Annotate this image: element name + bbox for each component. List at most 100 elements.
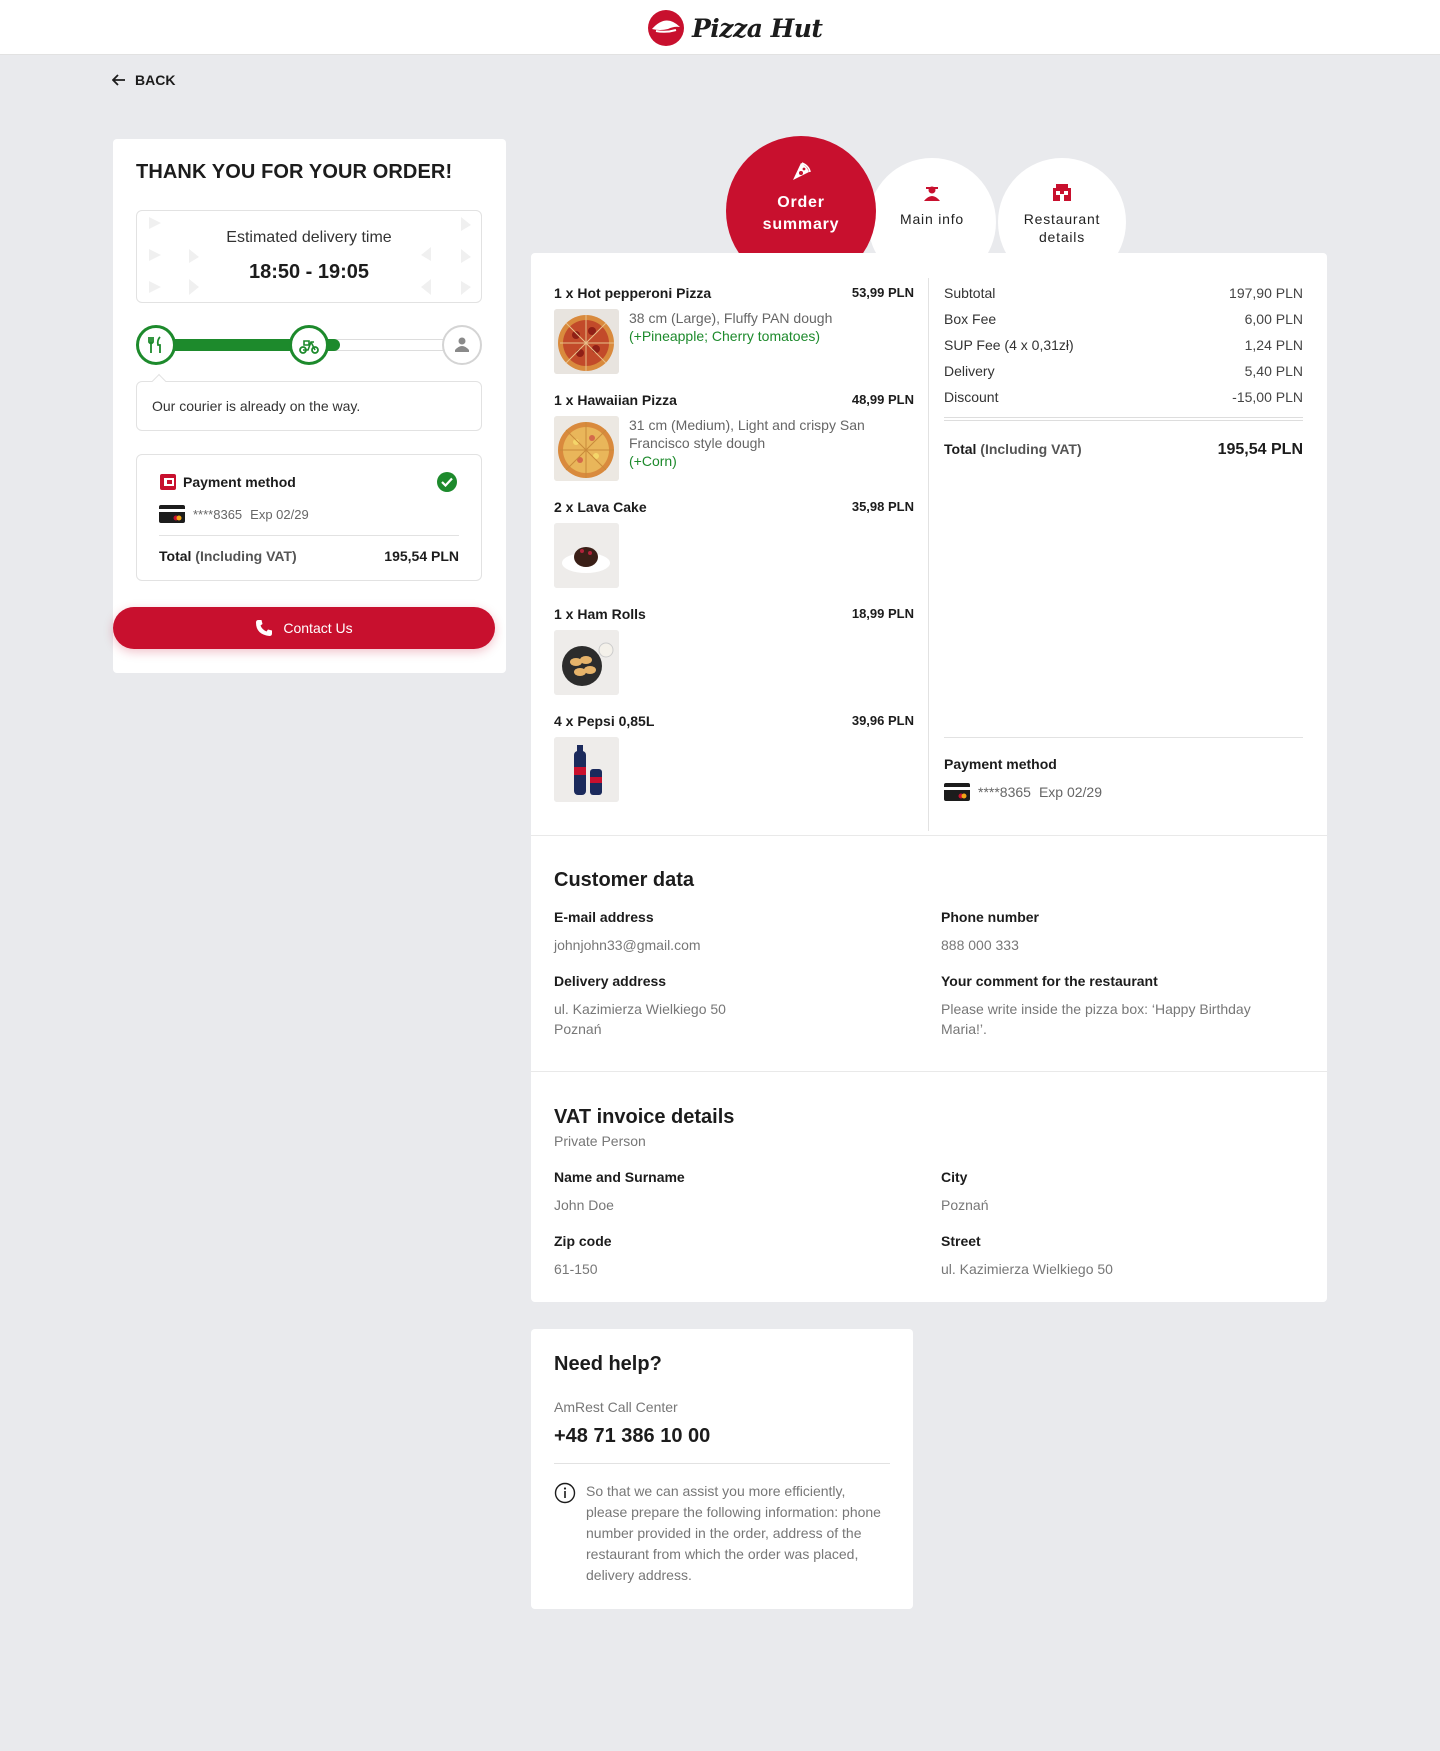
card-number: ****8365 — [193, 506, 243, 522]
card-info: ****8365 Exp 02/29 — [159, 505, 309, 523]
item-price: 48,99 PLN — [851, 392, 914, 407]
eta-time: 18:50 - 19:05 — [248, 261, 370, 283]
card-number: ****8365 — [978, 784, 1031, 800]
step-delivered — [442, 325, 482, 365]
contact-us-button[interactable]: Contact Us — [113, 607, 495, 649]
delivery-person-icon — [924, 186, 940, 201]
delivery-address-line1: ul. Kazimierza Wielkiego 50 — [554, 1001, 726, 1017]
back-link[interactable]: BACK — [112, 72, 175, 88]
summary-payment-title: Payment method — [944, 756, 1057, 772]
comment-value: Please write inside the pizza box: ‘Happ… — [941, 1001, 1251, 1037]
call-center-label: AmRest Call Center — [554, 1399, 678, 1415]
contact-us-label: Contact Us — [283, 620, 353, 636]
lava-cake-image — [554, 523, 619, 588]
item-price: 35,98 PLN — [851, 499, 914, 514]
summary-row: Subtotal 197,90 PLN — [944, 285, 1303, 311]
courier-status-text: Our courier is already on the way. — [152, 398, 361, 414]
triangle-pattern-right — [421, 217, 471, 295]
restaurant-icon — [1053, 184, 1071, 201]
pizza-slice-icon — [793, 162, 811, 180]
city-label: City — [941, 1169, 968, 1185]
summary-label: Subtotal — [944, 285, 996, 301]
payment-total-row: Total (Including VAT) 195,54 PLN — [159, 548, 459, 564]
credit-card-icon — [159, 505, 185, 523]
thank-you-title: THANK YOU FOR YOUR ORDER! — [136, 161, 453, 183]
street-label: Street — [941, 1233, 981, 1249]
item-title: 1 x Hawaiian Pizza — [554, 392, 677, 408]
summary-label: Delivery — [944, 363, 995, 379]
order-details-card: 1 x Hot pepperoni Pizza 53,99 PLN 38 cm (… — [531, 253, 1327, 1302]
delivery-address-line2: Poznań — [554, 1021, 602, 1037]
delivery-progress — [136, 325, 482, 365]
card-exp: Exp 02/29 — [1038, 784, 1102, 800]
summary-value: 6,00 PLN — [1244, 311, 1303, 327]
divider — [554, 1463, 890, 1464]
item-desc: 38 cm (Large), Fluffy PAN dough — [629, 310, 833, 326]
item-title: 4 x Pepsi 0,85L — [554, 713, 655, 729]
step-preparing — [136, 325, 176, 365]
item-title: 1 x Hot pepperoni Pizza — [554, 285, 712, 301]
card-exp: Exp 02/29 — [250, 506, 309, 522]
order-item: 4 x Pepsi 0,85L 39,96 PLN — [554, 713, 914, 820]
pizza-hut-logo[interactable]: Pizza Hut — [646, 9, 823, 47]
step-delivering — [289, 325, 329, 365]
item-price: 39,96 PLN — [851, 713, 914, 728]
help-card: Need help? AmRest Call Center +48 71 386… — [531, 1329, 913, 1609]
delivery-address-label: Delivery address — [554, 973, 667, 989]
summary-label: Box Fee — [944, 311, 997, 327]
summary-value: -15,00 PLN — [1232, 389, 1303, 405]
item-extras: (+Pineapple; Cherry tomatoes) — [629, 328, 821, 344]
comment-label: Your comment for the restaurant — [941, 973, 1158, 989]
ham-rolls-image — [554, 630, 619, 695]
email-value: johnjohn33@gmail.com — [554, 937, 701, 953]
summary-value: 1,24 PLN — [1244, 337, 1303, 353]
total-value: 195,54 PLN — [384, 548, 459, 564]
order-item: 1 x Ham Rolls 18,99 PLN — [554, 606, 914, 713]
summary-total-label: Total — [944, 441, 977, 457]
credit-card-icon — [944, 783, 970, 801]
check-icon — [437, 472, 457, 492]
section-divider — [531, 1071, 1327, 1072]
customer-data-title: Customer data — [554, 869, 695, 891]
summary-row: Box Fee 6,00 PLN — [944, 311, 1303, 337]
item-extras: (+Corn) — [629, 453, 677, 469]
price-summary: Subtotal 197,90 PLN Box Fee 6,00 PLN SUP F… — [944, 285, 1303, 459]
summary-total-value: 195,54 PLN — [1217, 441, 1303, 458]
cutlery-icon — [148, 336, 161, 353]
summary-value: 197,90 PLN — [1229, 285, 1303, 301]
order-item: 1 x Hot pepperoni Pizza 53,99 PLN 38 cm (… — [554, 285, 914, 392]
tab-order-summary-label: Order summary — [762, 194, 840, 233]
eta-box: Estimated delivery time 18:50 - 19:05 — [136, 210, 482, 303]
item-title: 1 x Ham Rolls — [554, 606, 646, 622]
summary-row: Delivery 5,40 PLN — [944, 363, 1303, 389]
name-label: Name and Surname — [554, 1169, 685, 1185]
brand-wordmark: Pizza Hut — [692, 13, 823, 43]
pizza-hut-roof-icon — [648, 10, 684, 46]
courier-status-box: Our courier is already on the way. — [136, 373, 482, 431]
item-price: 53,99 PLN — [851, 285, 914, 300]
summary-label: SUP Fee (4 x 0,31zł) — [944, 337, 1074, 353]
item-title: 2 x Lava Cake — [554, 499, 647, 515]
payment-title: Payment method — [159, 473, 296, 491]
section-divider — [531, 835, 1327, 836]
summary-total-suffix: (Including VAT) — [980, 441, 1082, 457]
arrow-left-icon — [112, 74, 125, 86]
phone-value: 888 000 333 — [941, 937, 1019, 953]
total-suffix: (Including VAT) — [195, 548, 297, 564]
tab-main-info-label: Main info — [899, 211, 964, 227]
divider — [944, 737, 1303, 738]
email-label: E-mail address — [554, 909, 654, 925]
item-desc: 31 cm (Medium), Light and crispy San Fra… — [629, 417, 865, 451]
zip-label: Zip code — [554, 1233, 612, 1249]
call-center-phone[interactable]: +48 71 386 10 00 — [554, 1425, 710, 1448]
order-status-card: THANK YOU FOR YOUR ORDER! Estimated deli… — [113, 139, 506, 673]
help-title: Need help? — [554, 1353, 662, 1375]
phone-icon — [256, 620, 273, 636]
phone-label: Phone number — [941, 909, 1040, 925]
customer-icon — [455, 337, 469, 352]
vat-subtitle: Private Person — [554, 1133, 646, 1149]
scooter-icon — [299, 340, 319, 354]
summary-value: 5,40 PLN — [1244, 363, 1303, 379]
summary-divider — [944, 417, 1303, 421]
hawaiian-pizza-image — [554, 416, 619, 481]
